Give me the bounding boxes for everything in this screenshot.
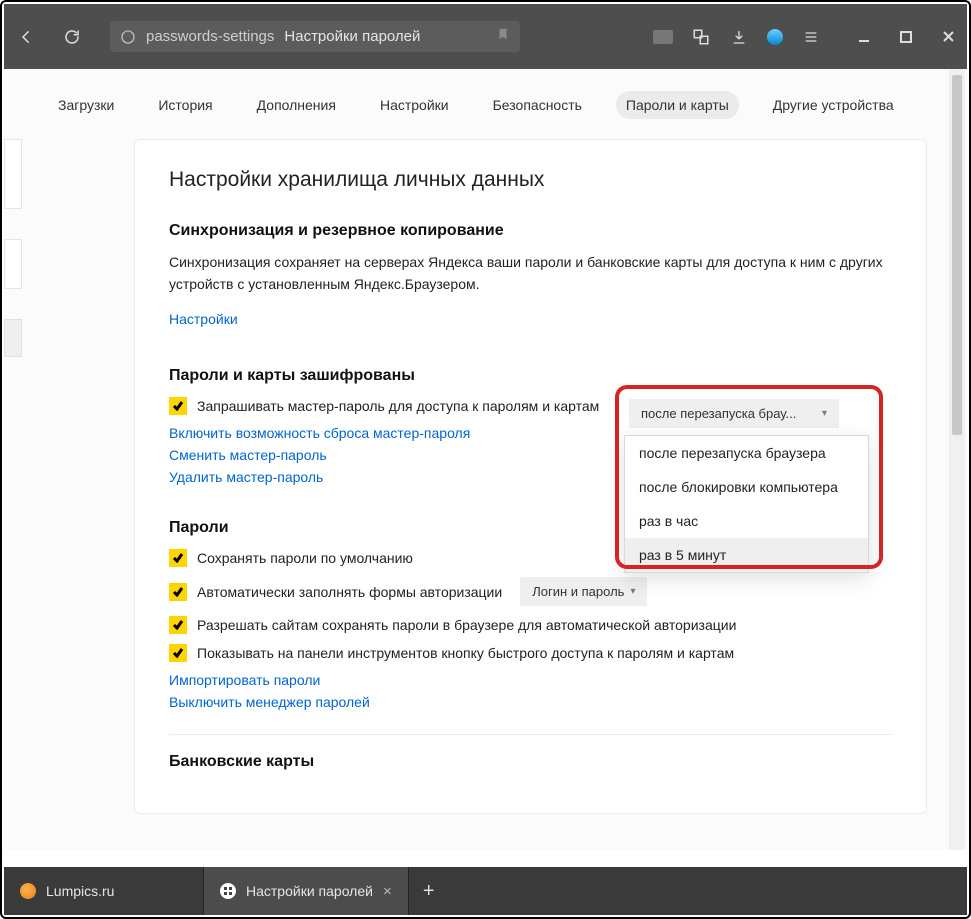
checkbox-autofill[interactable] (169, 583, 187, 601)
checkbox-allow-sites[interactable] (169, 616, 187, 634)
extension-translate-icon[interactable] (691, 27, 711, 47)
autofill-select[interactable]: Логин и пароль ▾ (520, 577, 647, 606)
autofill-select-value: Логин и пароль (532, 584, 624, 599)
sync-heading: Синхронизация и резервное копирование (169, 222, 892, 240)
autofill-label: Автоматически заполнять формы авторизаци… (197, 584, 502, 600)
tab-history[interactable]: История (148, 91, 222, 119)
show-toolbar-label: Показывать на панели инструментов кнопку… (197, 645, 734, 661)
tab-other-devices[interactable]: Другие устройства (763, 91, 904, 119)
tab-label: Lumpics.ru (46, 883, 114, 899)
tab-passwords-cards[interactable]: Пароли и карты (616, 91, 739, 119)
tab-addons[interactable]: Дополнения (247, 91, 346, 119)
tab-security[interactable]: Безопасность (483, 91, 592, 119)
browser-tabstrip: Lumpics.ru Настройки паролей × + (4, 867, 967, 915)
import-passwords-link[interactable]: Импортировать пароли (169, 672, 892, 688)
scrollbar-track[interactable] (949, 69, 965, 850)
site-icon (120, 29, 136, 45)
window-close[interactable] (937, 26, 959, 48)
content-area: Загрузки История Дополнения Настройки Бе… (4, 69, 967, 850)
annotation-highlight (615, 385, 883, 569)
sync-settings-link[interactable]: Настройки (169, 311, 238, 327)
reload-button[interactable] (58, 23, 86, 51)
sync-description: Синхронизация сохраняет на серверах Янде… (169, 252, 892, 295)
settings-nav-tabs: Загрузки История Дополнения Настройки Бе… (4, 69, 967, 139)
scrollbar-thumb[interactable] (952, 75, 962, 435)
sidebar-partial (4, 139, 22, 759)
allow-sites-label: Разрешать сайтам сохранять пароли в брау… (197, 617, 736, 633)
page-label: Настройки паролей (284, 28, 420, 45)
chevron-down-icon: ▾ (630, 586, 635, 597)
tab-label: Настройки паролей (246, 883, 373, 899)
menu-icon[interactable] (801, 27, 821, 47)
browser-tab-lumpics[interactable]: Lumpics.ru (4, 867, 204, 915)
checkbox-ask-master[interactable] (169, 397, 187, 415)
extension-lastfm-icon[interactable] (653, 27, 673, 47)
ask-master-label: Запрашивать мастер-пароль для доступа к … (197, 398, 599, 414)
disable-manager-link[interactable]: Выключить менеджер паролей (169, 694, 892, 710)
back-button[interactable] (12, 23, 40, 51)
bookmark-icon[interactable] (496, 27, 510, 46)
checkbox-save-default[interactable] (169, 549, 187, 567)
favicon-lumpics (20, 883, 36, 899)
tab-settings[interactable]: Настройки (370, 91, 459, 119)
browser-titlebar: passwords-settings Настройки паролей (4, 4, 967, 69)
tab-close-icon[interactable]: × (383, 883, 392, 900)
browser-tab-settings[interactable]: Настройки паролей × (204, 867, 409, 915)
account-avatar-icon[interactable] (767, 29, 783, 45)
favicon-settings (220, 883, 236, 899)
downloads-icon[interactable] (729, 27, 749, 47)
new-tab-button[interactable]: + (409, 867, 449, 915)
page-title: Настройки хранилища личных данных (169, 168, 892, 192)
window-minimize[interactable] (853, 26, 875, 48)
checkbox-show-toolbar[interactable] (169, 644, 187, 662)
url-text: passwords-settings (146, 28, 274, 45)
save-default-label: Сохранять пароли по умолчанию (197, 550, 413, 566)
window-maximize[interactable] (895, 26, 917, 48)
encryption-heading: Пароли и карты зашифрованы (169, 367, 892, 385)
address-bar[interactable]: passwords-settings Настройки паролей (110, 21, 520, 52)
cards-heading: Банковские карты (169, 753, 892, 771)
tab-downloads[interactable]: Загрузки (48, 91, 124, 119)
